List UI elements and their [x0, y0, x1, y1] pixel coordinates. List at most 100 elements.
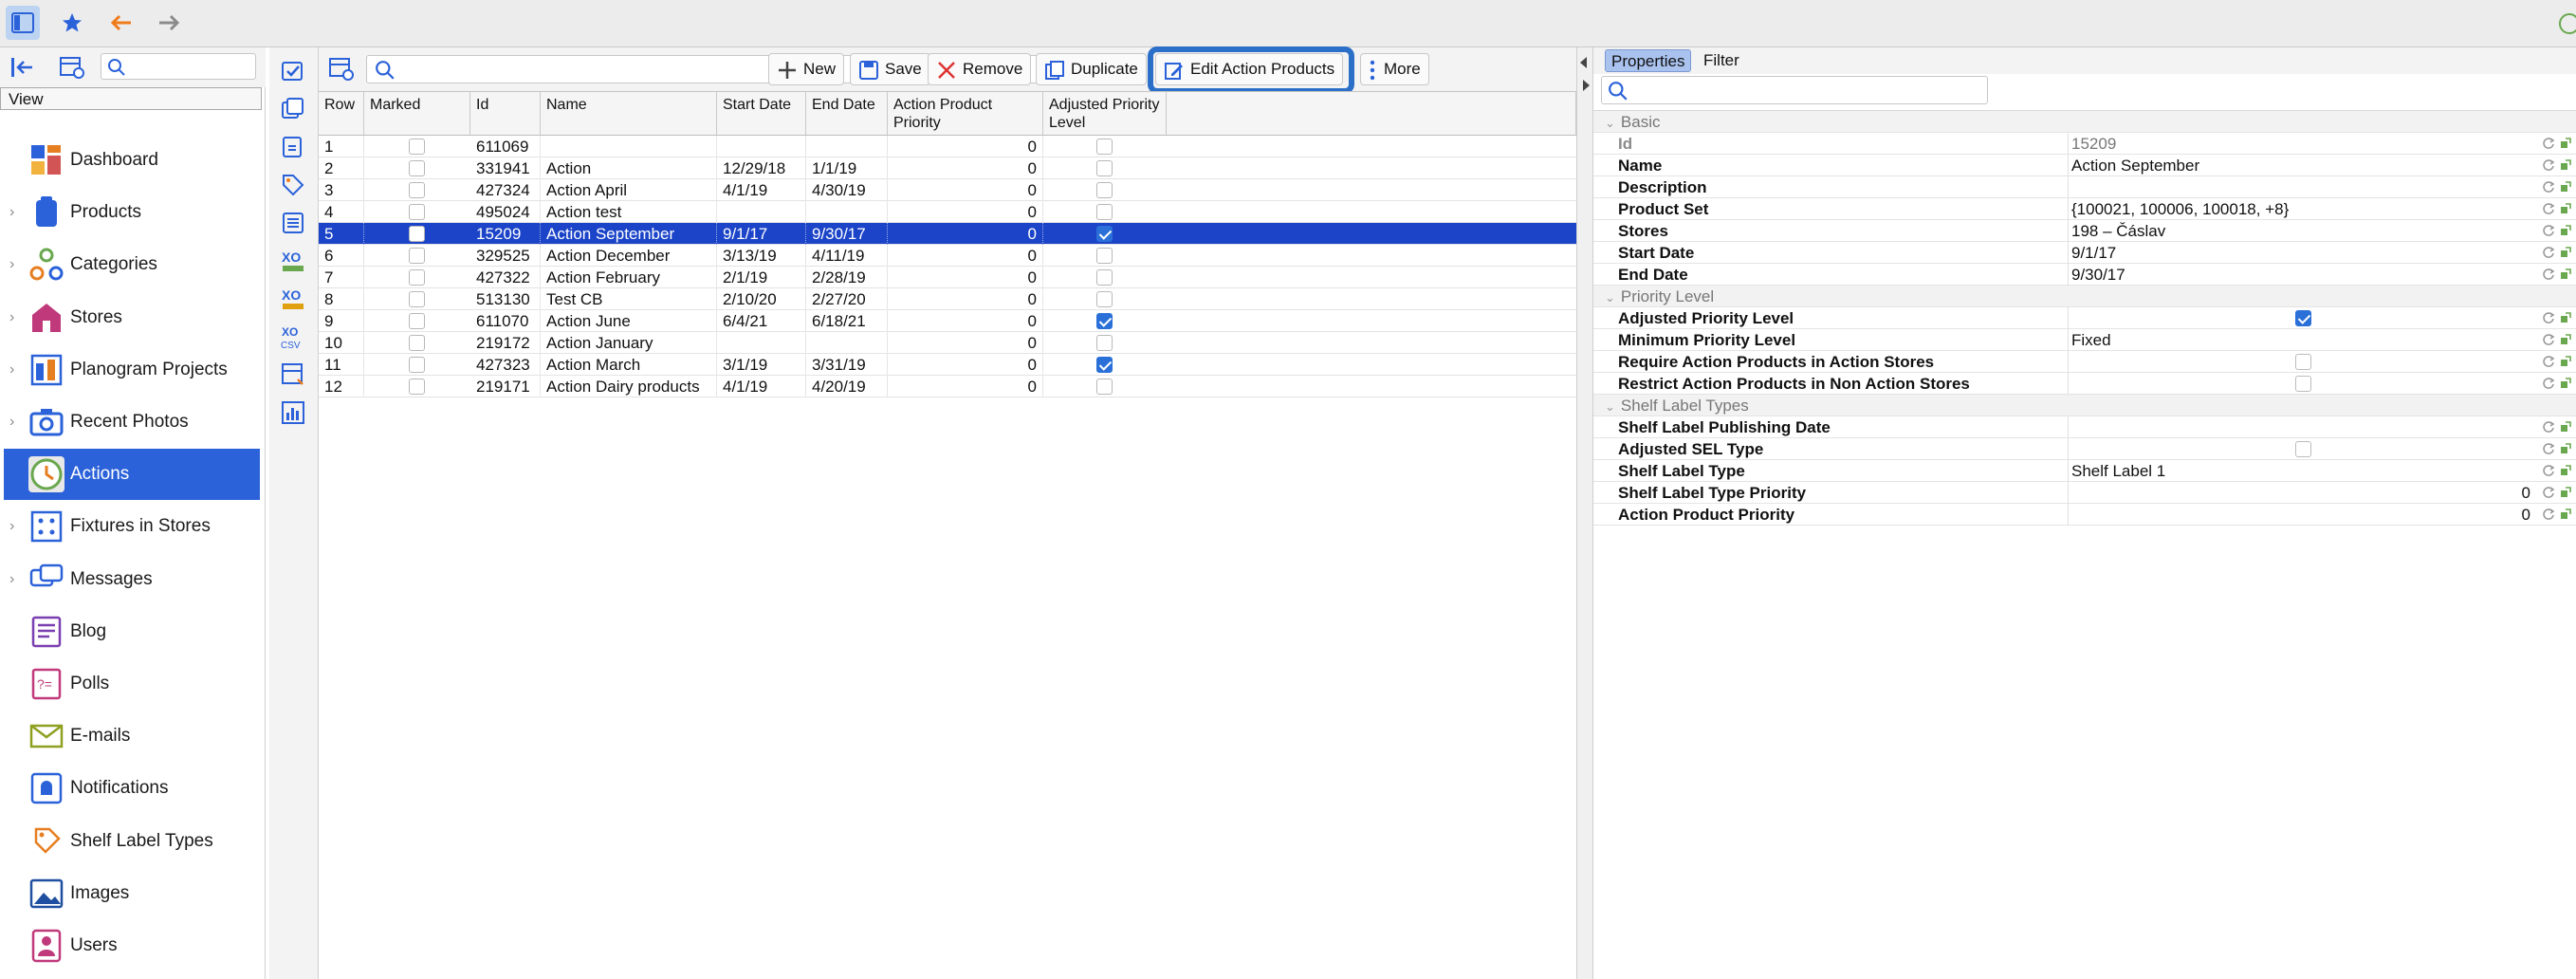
adjusted-priority-checkbox[interactable]: [1096, 160, 1113, 176]
column-header-adjusted-priority-level[interactable]: Adjusted Priority Level: [1043, 92, 1167, 136]
apply-to-all-icon[interactable]: [2559, 508, 2572, 521]
marked-checkbox[interactable]: [409, 139, 425, 155]
sidebar-item-e-mails[interactable]: E-mails: [4, 711, 260, 762]
table-row[interactable]: 12 219171 Action Dairy products 4/1/19 4/20/…: [319, 376, 1576, 397]
view-settings-button[interactable]: [59, 55, 85, 80]
panel-splitter[interactable]: [1576, 47, 1593, 979]
excel-import-icon[interactable]: XO: [279, 285, 307, 313]
back-button[interactable]: [104, 6, 138, 40]
marked-checkbox[interactable]: [409, 269, 425, 286]
table-import-icon[interactable]: [279, 360, 307, 389]
property-checkbox[interactable]: [2295, 376, 2311, 392]
property-value[interactable]: 9/1/17: [2071, 242, 2116, 264]
apply-to-all-icon[interactable]: [2559, 486, 2572, 499]
table-row[interactable]: 4 495024 Action test 0: [319, 201, 1576, 223]
sidebar-item-fixtures-in-stores[interactable]: › Fixtures in Stores: [4, 501, 260, 552]
apply-to-all-icon[interactable]: [2559, 202, 2572, 215]
reset-icon[interactable]: [2542, 246, 2555, 259]
property-value[interactable]: 9/30/17: [2071, 264, 2125, 286]
chevron-right-icon[interactable]: ›: [9, 361, 14, 379]
tab-properties[interactable]: Properties: [1605, 49, 1692, 72]
adjusted-priority-checkbox[interactable]: [1096, 313, 1113, 329]
adjusted-priority-checkbox[interactable]: [1096, 291, 1113, 307]
reset-icon[interactable]: [2542, 442, 2555, 455]
apply-to-all-icon[interactable]: [2559, 246, 2572, 259]
property-checkbox[interactable]: [2295, 310, 2311, 326]
sidebar-item-actions[interactable]: Actions: [4, 449, 260, 501]
forward-button[interactable]: [152, 6, 186, 40]
marked-checkbox[interactable]: [409, 248, 425, 264]
table-row[interactable]: 3 427324 Action April 4/1/19 4/30/19 0: [319, 179, 1576, 201]
column-header-id[interactable]: Id: [470, 92, 541, 136]
property-value[interactable]: {100021, 100006, 100018, +8}: [2071, 198, 2289, 220]
table-row[interactable]: 10 219172 Action January 0: [319, 332, 1576, 354]
reset-icon[interactable]: [2542, 333, 2555, 346]
adjusted-priority-checkbox[interactable]: [1096, 357, 1113, 373]
column-header-start-date[interactable]: Start Date: [717, 92, 806, 136]
new-button[interactable]: New: [768, 53, 845, 85]
table-row[interactable]: 11 427323 Action March 3/1/19 3/31/19 0: [319, 354, 1576, 376]
chevron-right-icon[interactable]: ›: [9, 256, 14, 273]
adjusted-priority-checkbox[interactable]: [1096, 335, 1113, 351]
properties-search-input[interactable]: [1601, 76, 1988, 104]
apply-to-all-icon[interactable]: [2559, 442, 2572, 455]
sidebar-search-input[interactable]: [101, 53, 256, 80]
property-category-priority-level[interactable]: ⌄ Priority Level: [1593, 286, 2576, 307]
marked-checkbox[interactable]: [409, 379, 425, 395]
chevron-right-icon[interactable]: ›: [9, 518, 14, 535]
more-button[interactable]: More: [1360, 53, 1429, 85]
property-value[interactable]: Shelf Label 1: [2071, 460, 2165, 482]
reset-icon[interactable]: [2542, 180, 2555, 194]
apply-to-all-icon[interactable]: [2559, 377, 2572, 390]
chevron-down-icon[interactable]: ⌄: [1605, 399, 1615, 414]
apply-to-all-icon[interactable]: [2559, 464, 2572, 477]
apply-to-all-icon[interactable]: [2559, 420, 2572, 434]
reset-icon[interactable]: [2542, 202, 2555, 215]
marked-checkbox[interactable]: [409, 335, 425, 351]
save-button[interactable]: Save: [850, 53, 930, 85]
reset-icon[interactable]: [2542, 464, 2555, 477]
apply-to-all-icon[interactable]: [2559, 355, 2572, 368]
property-value[interactable]: Fixed: [2071, 329, 2111, 351]
sidebar-item-images[interactable]: Images: [4, 868, 260, 919]
tab-filter[interactable]: Filter: [1698, 49, 1745, 72]
marked-checkbox[interactable]: [409, 182, 425, 198]
collapse-tree-button[interactable]: [9, 55, 36, 80]
reset-icon[interactable]: [2542, 508, 2555, 521]
sidebar-item-shelf-label-types[interactable]: Shelf Label Types: [4, 816, 260, 867]
excel-export-icon[interactable]: XO: [279, 247, 307, 275]
reset-icon[interactable]: [2542, 224, 2555, 237]
grid-settings-icon[interactable]: [328, 56, 355, 83]
marked-checkbox[interactable]: [409, 357, 425, 373]
sidebar-item-stores[interactable]: › Stores: [4, 292, 260, 343]
apply-to-all-icon[interactable]: [2559, 224, 2572, 237]
chevron-right-icon[interactable]: ›: [9, 309, 14, 326]
reset-icon[interactable]: [2542, 486, 2555, 499]
marked-checkbox[interactable]: [409, 160, 425, 176]
favorites-button[interactable]: [55, 6, 89, 40]
apply-to-all-icon[interactable]: [2559, 137, 2572, 150]
sidebar-item-messages[interactable]: › Messages: [4, 554, 260, 605]
reset-icon[interactable]: [2542, 355, 2555, 368]
csv-icon[interactable]: XO CSV: [279, 323, 307, 351]
sidebar-item-planogram-projects[interactable]: › Planogram Projects: [4, 344, 260, 396]
chevron-right-icon[interactable]: ›: [9, 571, 14, 588]
tag-icon[interactable]: [279, 171, 307, 199]
reset-icon[interactable]: [2542, 137, 2555, 150]
chevron-down-icon[interactable]: ⌄: [1605, 116, 1615, 130]
sidebar-item-notifications[interactable]: Notifications: [4, 763, 260, 814]
property-value[interactable]: 0: [2522, 482, 2530, 504]
sidebar-item-dashboard[interactable]: Dashboard: [4, 135, 260, 186]
table-row[interactable]: 2 331941 Action 12/29/18 1/1/19 0: [319, 157, 1576, 179]
column-header-end-date[interactable]: End Date: [806, 92, 888, 136]
chart-icon[interactable]: [279, 398, 307, 427]
apply-to-all-icon[interactable]: [2559, 158, 2572, 172]
apply-to-all-icon[interactable]: [2559, 333, 2572, 346]
column-header-row[interactable]: Row: [319, 92, 364, 136]
reset-icon[interactable]: [2542, 311, 2555, 324]
marked-checkbox[interactable]: [409, 291, 425, 307]
sidebar-item-polls[interactable]: ?= Polls: [4, 658, 260, 710]
collapse-left-arrow-icon[interactable]: [1580, 57, 1587, 68]
property-category-basic[interactable]: ⌄ Basic: [1593, 111, 2576, 133]
reset-icon[interactable]: [2542, 420, 2555, 434]
